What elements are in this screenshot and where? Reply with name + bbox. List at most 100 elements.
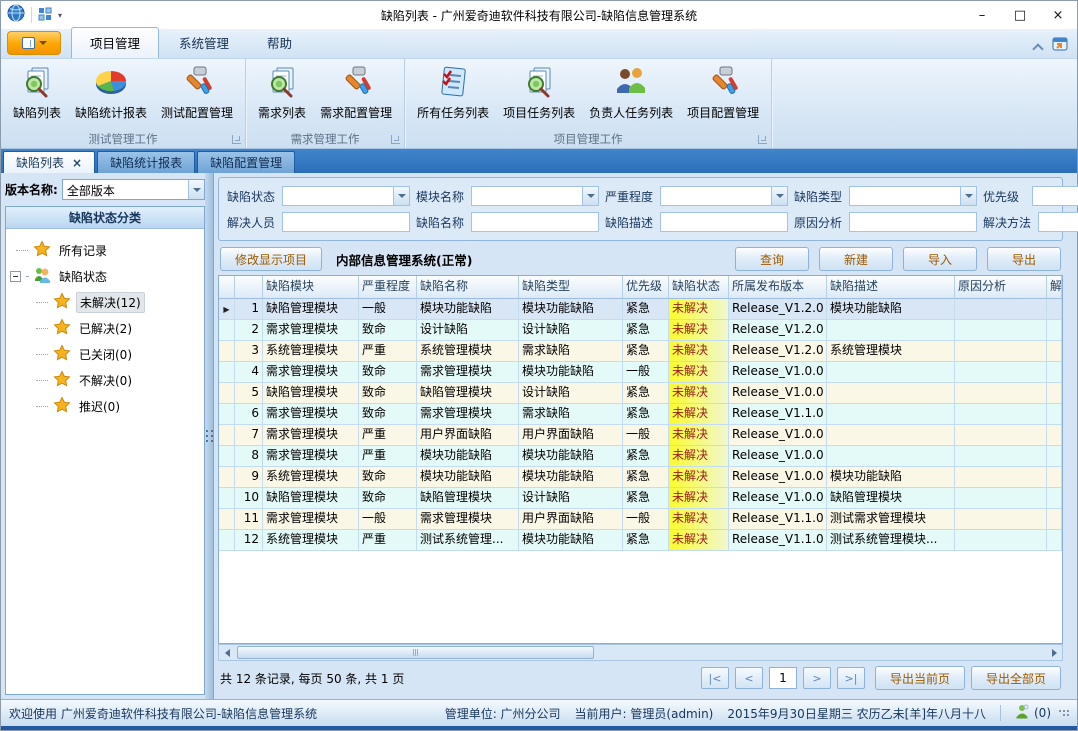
close-tab-icon[interactable]: × bbox=[72, 156, 82, 170]
grid-header-缺陷名称[interactable]: 缺陷名称 bbox=[417, 276, 519, 299]
table-row[interactable]: ▶1缺陷管理模块一般模块功能缺陷模块功能缺陷紧急未解决Release_V1.2.… bbox=[219, 299, 1062, 320]
table-row[interactable]: 2需求管理模块致命设计缺陷设计缺陷紧急未解决Release_V1.2.0 bbox=[219, 320, 1062, 341]
filter-input-resolver[interactable] bbox=[283, 213, 409, 231]
messages-indicator[interactable]: (0) bbox=[1015, 704, 1051, 722]
ribbon-button-requirement-list[interactable]: 需求列表 bbox=[252, 63, 312, 124]
query-button[interactable]: 查询 bbox=[735, 247, 809, 271]
filter-text-defect-desc[interactable] bbox=[660, 212, 788, 232]
doc-tab-defect-config[interactable]: 缺陷配置管理 bbox=[197, 151, 295, 173]
filter-dropdown-module-name[interactable] bbox=[471, 186, 599, 206]
grid-header-所属发布版本[interactable]: 所属发布版本 bbox=[729, 276, 827, 299]
ribbon-button-test-config[interactable]: 测试配置管理 bbox=[155, 63, 239, 124]
filter-input-cause-analysis[interactable] bbox=[850, 213, 976, 231]
export-all-pages-button[interactable]: 导出全部页 bbox=[971, 666, 1061, 690]
table-row[interactable]: 8需求管理模块严重模块功能缺陷模块功能缺陷紧急未解决Release_V1.0.0 bbox=[219, 446, 1062, 467]
filter-text-resolver[interactable] bbox=[282, 212, 410, 232]
tree-item-closed[interactable]: 已关闭(0) bbox=[10, 341, 200, 367]
filter-dropdown-defect-type[interactable] bbox=[849, 186, 977, 206]
version-dropdown-button[interactable] bbox=[188, 180, 204, 199]
filter-text-defect-name[interactable] bbox=[471, 212, 599, 232]
grid-header-缺陷描述[interactable]: 缺陷描述 bbox=[827, 276, 955, 299]
scrollbar-thumb[interactable] bbox=[237, 646, 594, 659]
filter-input-defect-type[interactable] bbox=[850, 187, 960, 205]
ribbon-button-owner-task-list[interactable]: 负责人任务列表 bbox=[583, 63, 679, 124]
ribbon-button-defect-list[interactable]: 缺陷列表 bbox=[7, 63, 67, 124]
ribbon-tab-system-mgmt[interactable]: 系统管理 bbox=[161, 28, 247, 58]
ribbon-button-project-config[interactable]: 项目配置管理 bbox=[681, 63, 765, 124]
application-menu-button[interactable] bbox=[7, 31, 61, 55]
table-row[interactable]: 3系统管理模块严重系统管理模块需求缺陷紧急未解决Release_V1.2.0系统… bbox=[219, 341, 1062, 362]
tree-item-resolved[interactable]: 已解决(2) bbox=[10, 315, 200, 341]
sidebar-splitter[interactable] bbox=[205, 173, 213, 699]
export-button[interactable]: 导出 bbox=[987, 247, 1061, 271]
filter-dropdown-button[interactable] bbox=[393, 187, 409, 205]
grid-header-严重程度[interactable]: 严重程度 bbox=[359, 276, 417, 299]
last-page-button[interactable]: >| bbox=[837, 667, 865, 689]
ribbon-button-all-task-list[interactable]: 所有任务列表 bbox=[411, 63, 495, 124]
table-row[interactable]: 5缺陷管理模块致命缺陷管理模块设计缺陷紧急未解决Release_V1.0.0 bbox=[219, 383, 1062, 404]
export-current-page-button[interactable]: 导出当前页 bbox=[875, 666, 965, 690]
table-row[interactable]: 7需求管理模块严重用户界面缺陷用户界面缺陷一般未解决Release_V1.0.0 bbox=[219, 425, 1062, 446]
quick-access-dropdown-icon[interactable]: ▾ bbox=[58, 11, 62, 20]
filter-input-defect-desc[interactable] bbox=[661, 213, 787, 231]
horizontal-scrollbar[interactable] bbox=[218, 644, 1063, 661]
table-row[interactable]: 11需求管理模块一般需求管理模块用户界面缺陷一般未解决Release_V1.1.… bbox=[219, 509, 1062, 530]
modify-columns-button[interactable]: 修改显示项目 bbox=[220, 247, 322, 271]
first-page-button[interactable]: |< bbox=[701, 667, 729, 689]
scrollbar-track[interactable] bbox=[235, 645, 1046, 660]
filter-dropdown-severity[interactable] bbox=[660, 186, 788, 206]
filter-input-priority[interactable] bbox=[1033, 187, 1078, 205]
new-button[interactable]: 新建 bbox=[819, 247, 893, 271]
grid-header-缺陷状态[interactable]: 缺陷状态 bbox=[669, 276, 729, 299]
filter-dropdown-button[interactable] bbox=[960, 187, 976, 205]
tree-item-postponed[interactable]: 推迟(0) bbox=[10, 393, 200, 419]
filter-dropdown-defect-status[interactable] bbox=[282, 186, 410, 206]
filter-dropdown-button[interactable] bbox=[582, 187, 598, 205]
quick-access-icon[interactable] bbox=[38, 6, 52, 25]
doc-tab-defect-list[interactable]: 缺陷列表× bbox=[3, 151, 95, 173]
filter-dropdown-button[interactable] bbox=[771, 187, 787, 205]
filter-text-solution[interactable] bbox=[1038, 212, 1078, 232]
scroll-right-icon[interactable] bbox=[1046, 645, 1062, 660]
tree-item-defect-status[interactable]: 缺陷状态 bbox=[10, 263, 200, 289]
grid-header-原因分析[interactable]: 原因分析 bbox=[955, 276, 1047, 299]
filter-input-severity[interactable] bbox=[661, 187, 771, 205]
grid-header-优先级[interactable]: 优先级 bbox=[623, 276, 669, 299]
table-row[interactable]: 4需求管理模块致命需求管理模块模块功能缺陷一般未解决Release_V1.0.0 bbox=[219, 362, 1062, 383]
scroll-left-icon[interactable] bbox=[219, 645, 235, 660]
filter-text-cause-analysis[interactable] bbox=[849, 212, 977, 232]
filter-input-defect-name[interactable] bbox=[472, 213, 598, 231]
ribbon-button-requirement-config[interactable]: 需求配置管理 bbox=[314, 63, 398, 124]
ribbon-tab-project-mgmt[interactable]: 项目管理 bbox=[71, 27, 159, 58]
filter-dropdown-priority[interactable] bbox=[1032, 186, 1078, 206]
maximize-button[interactable]: □ bbox=[1001, 2, 1039, 29]
doc-tab-defect-report[interactable]: 缺陷统计报表 bbox=[97, 151, 195, 173]
grid-header-解决方法[interactable]: 解决方法 bbox=[1047, 276, 1062, 299]
table-row[interactable]: 9系统管理模块致命模块功能缺陷模块功能缺陷紧急未解决Release_V1.0.0… bbox=[219, 467, 1062, 488]
dialog-launcher-icon[interactable] bbox=[391, 135, 400, 144]
help-icon[interactable] bbox=[1051, 35, 1069, 57]
ribbon-tab-help[interactable]: 帮助 bbox=[249, 28, 310, 58]
import-button[interactable]: 导入 bbox=[903, 247, 977, 271]
tree-item-all-records[interactable]: 所有记录 bbox=[10, 237, 200, 263]
filter-input-defect-status[interactable] bbox=[283, 187, 393, 205]
page-number-input[interactable] bbox=[769, 667, 797, 689]
table-row[interactable]: 10缺陷管理模块致命缺陷管理模块设计缺陷紧急未解决Release_V1.0.0缺… bbox=[219, 488, 1062, 509]
ribbon-collapse-icon[interactable] bbox=[1033, 41, 1043, 51]
grid-header-缺陷模块[interactable]: 缺陷模块 bbox=[263, 276, 359, 299]
next-page-button[interactable]: > bbox=[803, 667, 831, 689]
dialog-launcher-icon[interactable] bbox=[232, 135, 241, 144]
close-button[interactable]: × bbox=[1039, 2, 1077, 29]
filter-input-module-name[interactable] bbox=[472, 187, 582, 205]
filter-input-solution[interactable] bbox=[1039, 213, 1078, 231]
ribbon-button-defect-report[interactable]: 缺陷统计报表 bbox=[69, 63, 153, 124]
ribbon-button-project-task-list[interactable]: 项目任务列表 bbox=[497, 63, 581, 124]
table-row[interactable]: 6需求管理模块致命需求管理模块需求缺陷紧急未解决Release_V1.1.0 bbox=[219, 404, 1062, 425]
version-combobox[interactable]: 全部版本 bbox=[62, 179, 205, 200]
minimize-button[interactable]: – bbox=[963, 2, 1001, 29]
table-row[interactable]: 12系统管理模块严重测试系统管理...模块功能缺陷紧急未解决Release_V1… bbox=[219, 530, 1062, 551]
tree-expand-icon[interactable] bbox=[10, 271, 21, 282]
tree-item-wont-fix[interactable]: 不解决(0) bbox=[10, 367, 200, 393]
prev-page-button[interactable]: < bbox=[735, 667, 763, 689]
tree-item-unresolved[interactable]: 未解决(12) bbox=[10, 289, 200, 315]
